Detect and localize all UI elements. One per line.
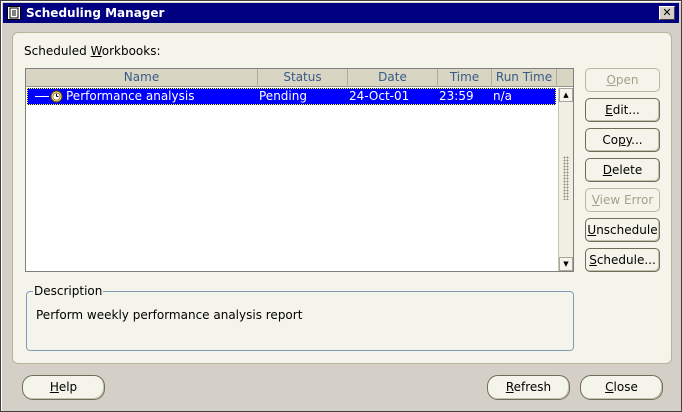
unschedule-button[interactable]: Unschedule: [585, 218, 660, 242]
view-error-button[interactable]: View Error: [585, 188, 660, 212]
scroll-down-icon[interactable]: ▼: [559, 257, 573, 271]
column-header-status[interactable]: Status: [258, 69, 348, 87]
help-button[interactable]: Help: [22, 375, 105, 400]
column-header-filler: [557, 69, 573, 87]
scheduling-manager-window: Scheduling Manager ✕ Scheduled Workbooks…: [0, 0, 682, 412]
scrollbar-grip[interactable]: [563, 156, 569, 200]
app-icon: [7, 6, 21, 20]
row-run-time: n/a: [493, 89, 513, 103]
clock-icon: [50, 90, 63, 103]
scheduled-workbooks-table[interactable]: Name Status Date Time Run Time Performan…: [25, 68, 574, 272]
description-group: Description Perform weekly performance a…: [26, 284, 574, 351]
close-button[interactable]: Close: [580, 375, 663, 400]
row-status: Pending: [259, 89, 307, 103]
edit-button[interactable]: Edit...: [585, 98, 660, 122]
column-header-name[interactable]: Name: [26, 69, 258, 87]
open-button[interactable]: Open: [585, 68, 660, 92]
row-name: Performance analysis: [66, 89, 195, 103]
scheduled-workbooks-label: Scheduled Workbooks:: [24, 44, 161, 58]
column-header-run-time[interactable]: Run Time: [492, 69, 557, 87]
column-header-time[interactable]: Time: [438, 69, 492, 87]
close-icon[interactable]: ✕: [659, 6, 675, 20]
description-label: Description: [33, 284, 104, 298]
row-time: 23:59: [439, 89, 474, 103]
row-date: 24-Oct-01: [349, 89, 410, 103]
delete-button[interactable]: Delete: [585, 158, 660, 182]
schedule-button[interactable]: Schedule...: [585, 248, 660, 272]
scroll-up-icon[interactable]: ▲: [559, 88, 573, 102]
copy-button[interactable]: Copy...: [585, 128, 660, 152]
window-title: Scheduling Manager: [26, 6, 165, 20]
title-bar[interactable]: Scheduling Manager ✕: [3, 3, 679, 23]
tree-connector: [35, 96, 49, 97]
table-row[interactable]: Performance analysis Pending 24-Oct-01 2…: [27, 88, 556, 105]
table-header: Name Status Date Time Run Time: [26, 69, 573, 87]
refresh-button[interactable]: Refresh: [487, 375, 570, 400]
description-text: Perform weekly performance analysis repo…: [36, 308, 303, 322]
column-header-date[interactable]: Date: [348, 69, 438, 87]
vertical-scrollbar[interactable]: ▲ ▼: [558, 88, 573, 271]
